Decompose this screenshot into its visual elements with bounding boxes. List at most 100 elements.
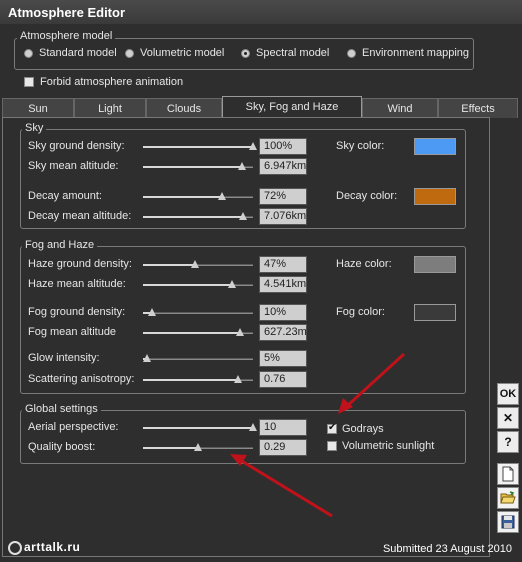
tab-wind[interactable]: Wind [362,98,438,118]
fog-mean-altitude-label: Fog mean altitude [28,326,117,338]
slider-track [143,312,253,314]
sky-color-swatch[interactable] [414,138,456,155]
ok-button[interactable]: OK [497,383,519,405]
haze-mean-altitude-slider[interactable] [143,279,253,291]
checkbox-label: Godrays [342,423,384,435]
site-logo: arttalk.ru [8,540,80,555]
radio-dot [125,48,134,58]
slider-thumb[interactable] [249,423,257,431]
slider-track [143,358,253,360]
slider-fill [143,447,198,449]
decay-mean-altitude-value[interactable]: 7.076km [259,208,307,225]
radio-standard-model[interactable]: Standard model [24,47,117,59]
fog-ground-density-value[interactable]: 10% [259,304,307,321]
decay-amount-value[interactable]: 72% [259,188,307,205]
haze-ground-density-label: Haze ground density: [28,258,132,270]
fog-mean-altitude-value[interactable]: 627.23m [259,324,307,341]
global-settings-group-label: Global settings [22,403,101,415]
slider-thumb[interactable] [148,308,156,316]
close-button[interactable]: ✕ [497,407,519,429]
quality-boost-slider[interactable] [143,442,253,454]
atmosphere-model-label: Atmosphere model [17,30,116,42]
tab-effects[interactable]: Effects [438,98,518,118]
slider-thumb[interactable] [239,212,247,220]
slider-fill [143,264,195,266]
fog-ground-density-slider[interactable] [143,307,253,319]
sky-mean-altitude-value[interactable]: 6.947km [259,158,307,175]
aerial-perspective-slider[interactable] [143,422,257,434]
slider-fill [143,146,253,148]
slider-thumb[interactable] [234,375,242,383]
tab-sky-fog-haze[interactable]: Sky, Fog and Haze [222,96,362,118]
slider-fill [143,284,232,286]
slider-thumb[interactable] [238,162,246,170]
haze-mean-altitude-label: Haze mean altitude: [28,278,126,290]
glow-intensity-slider[interactable] [143,353,253,365]
slider-thumb[interactable] [249,142,257,150]
fog-mean-altitude-slider[interactable] [143,327,253,339]
checkbox-box [24,77,34,87]
slider-thumb[interactable] [236,328,244,336]
radio-label: Environment mapping [362,47,470,59]
slider-thumb[interactable] [228,280,236,288]
forbid-animation-checkbox[interactable]: Forbid atmosphere animation [24,76,183,88]
haze-ground-density-value[interactable]: 47% [259,256,307,273]
slider-thumb[interactable] [191,260,199,268]
decay-amount-slider[interactable] [143,191,253,203]
slider-fill [143,216,243,218]
floppy-disk-icon [501,515,515,529]
scattering-anisotropy-slider[interactable] [143,374,253,386]
godrays-checkbox[interactable]: Godrays [327,422,384,435]
fog-color-swatch[interactable] [414,304,456,321]
checkbox-box-checked [327,422,337,434]
document-icon [502,466,514,482]
tab-light[interactable]: Light [74,98,146,118]
decay-mean-altitude-slider[interactable] [143,211,253,223]
radio-spectral-model[interactable]: Spectral model [241,47,329,59]
scattering-anisotropy-label: Scattering anisotropy: [28,373,135,385]
slider-thumb[interactable] [143,354,151,362]
checkbox-label: Volumetric sunlight [342,440,435,452]
sky-ground-density-value[interactable]: 100% [259,138,307,155]
slider-fill [143,427,253,429]
aerial-perspective-label: Aerial perspective: [28,421,119,433]
open-folder-button[interactable] [497,487,519,509]
help-button[interactable]: ? [497,431,519,453]
quality-boost-value[interactable]: 0.29 [259,439,307,456]
sky-group-label: Sky [22,122,47,134]
radio-environment-mapping[interactable]: Environment mapping [347,47,469,59]
checkbox-box [327,441,337,451]
aerial-perspective-value[interactable]: 10 [259,419,307,436]
sky-ground-density-slider[interactable] [143,141,257,153]
fog-color-label: Fog color: [336,306,385,318]
radio-volumetric-model[interactable]: Volumetric model [125,47,224,59]
haze-ground-density-slider[interactable] [143,259,253,271]
logo-text: arttalk.ru [24,540,81,554]
slider-fill [143,196,222,198]
tab-sun[interactable]: Sun [2,98,74,118]
decay-mean-altitude-label: Decay mean altitude: [28,210,132,222]
slider-fill [143,332,240,334]
decay-color-swatch[interactable] [414,188,456,205]
slider-thumb[interactable] [218,192,226,200]
title-bar: Atmosphere Editor [0,0,522,24]
radio-dot-selected [241,48,250,58]
glow-intensity-label: Glow intensity: [28,352,100,364]
volumetric-sunlight-checkbox[interactable]: Volumetric sunlight [327,440,434,452]
global-settings-group [20,410,466,464]
haze-mean-altitude-value[interactable]: 4.541km [259,276,307,293]
save-button[interactable] [497,511,519,533]
slider-thumb[interactable] [194,443,202,451]
fog-ground-density-label: Fog ground density: [28,306,126,318]
scattering-anisotropy-value[interactable]: 0.76 [259,371,307,388]
tab-clouds[interactable]: Clouds [146,98,222,118]
window-title: Atmosphere Editor [8,5,126,20]
new-document-button[interactable] [497,463,519,485]
sky-ground-density-label: Sky ground density: [28,140,125,152]
quality-boost-label: Quality boost: [28,441,96,453]
haze-color-swatch[interactable] [414,256,456,273]
radio-label: Volumetric model [140,47,225,59]
submitted-date: Submitted 23 August 2010 [382,543,512,555]
glow-intensity-value[interactable]: 5% [259,350,307,367]
sky-mean-altitude-slider[interactable] [143,161,253,173]
